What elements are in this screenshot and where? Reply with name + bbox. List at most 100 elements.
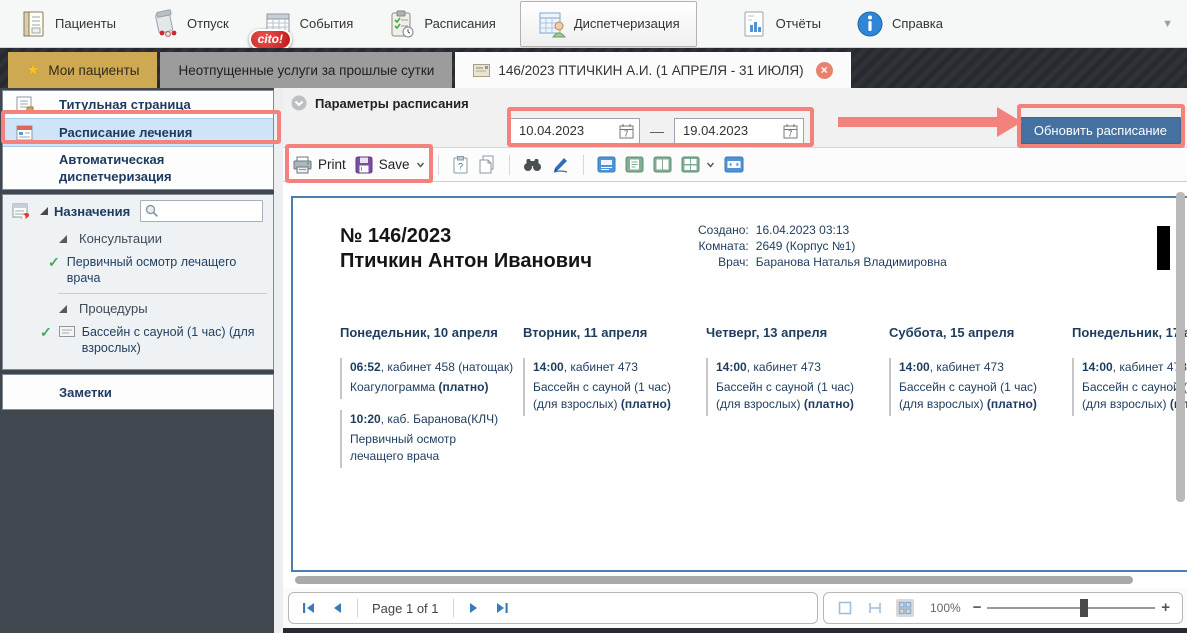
procedure-card-icon: [59, 326, 75, 337]
sidebar-item-label: Расписание лечения: [59, 125, 192, 140]
zoom-in-button[interactable]: +: [1161, 603, 1170, 613]
update-schedule-button[interactable]: Обновить расписание: [1020, 117, 1181, 144]
preview-toolbar: Print Save ?: [283, 148, 1187, 182]
reports-icon: [739, 9, 769, 39]
prescriptions-header[interactable]: Назначения: [3, 198, 273, 226]
toolbar-item-events[interactable]: События cito!: [253, 4, 364, 44]
vertical-scrollbar[interactable]: [1176, 192, 1185, 580]
sidebar-item-treatment-schedule[interactable]: Расписание лечения: [3, 118, 273, 147]
print-label: Print: [318, 157, 346, 172]
calendar-icon[interactable]: 7: [783, 123, 798, 139]
expander-icon[interactable]: [58, 304, 68, 314]
view-text-button[interactable]: [597, 156, 616, 173]
chevron-down-icon[interactable]: [416, 160, 425, 169]
zoom-slider: − +: [973, 603, 1170, 613]
page-width-icon: [724, 156, 744, 173]
sidebar-item-notes[interactable]: Заметки: [3, 375, 273, 409]
sidebar-item-auto-dispatch[interactable]: Автоматическая диспетчеризация: [3, 147, 273, 189]
sidebar-item-title-page[interactable]: Титульная страница: [3, 91, 273, 118]
last-page-icon[interactable]: [494, 600, 510, 616]
tab-my-patients[interactable]: ★ Мои пациенты: [8, 52, 157, 88]
zoom-slider-track[interactable]: [987, 607, 1155, 609]
tree-category-procedures[interactable]: Процедуры: [3, 296, 273, 321]
toolbar-item-label: Расписания: [424, 16, 495, 31]
tree-category-consultations[interactable]: Консультации: [3, 226, 273, 251]
previous-page-icon[interactable]: [331, 600, 343, 616]
tree-item-consultation[interactable]: ✓ Первичный осмотр лечащего врача: [3, 251, 273, 293]
toolbar-overflow-chevron[interactable]: ▼: [1162, 18, 1173, 30]
calendar-icon[interactable]: 7: [619, 123, 634, 139]
view-fit-width-button[interactable]: [866, 599, 884, 617]
app-window: Пациенты Отпуск cito! События cito! Расп…: [0, 0, 1187, 633]
tab-undelivered-services[interactable]: Неотпущенные услуги за прошлые сутки: [160, 52, 452, 88]
params-title: Параметры расписания: [315, 96, 469, 111]
tab-strip: ★ Мои пациенты Неотпущенные услуги за пр…: [0, 48, 1187, 88]
view-grid-button[interactable]: [681, 156, 715, 173]
zoom-out-button[interactable]: −: [973, 603, 982, 613]
annotate-button[interactable]: [551, 156, 570, 173]
save-button[interactable]: Save: [355, 156, 425, 174]
day-title: Четверг, 13 апреля: [706, 325, 877, 340]
toolbar-item-dispatch[interactable]: Диспетчеризация: [520, 1, 697, 47]
star-icon: ★: [26, 60, 40, 80]
scrollbar-thumb[interactable]: [295, 576, 1133, 584]
toolbar-item-dispense[interactable]: Отпуск cito!: [140, 4, 239, 44]
meta-row: Врач: Баранова Наталья Владимировна: [698, 254, 947, 270]
entry-time-location: 14:00, кабинет 473: [1082, 359, 1187, 376]
svg-text:7: 7: [788, 129, 793, 138]
toolbar-item-help[interactable]: Справка: [845, 4, 953, 44]
sidebar-notes-panel: Заметки: [2, 374, 274, 410]
meta-label: Врач:: [698, 254, 756, 270]
page-indicator: Page 1 of 1: [372, 601, 439, 616]
expander-icon[interactable]: [39, 206, 49, 216]
horizontal-scrollbar[interactable]: [295, 576, 1133, 584]
tab-patient-case[interactable]: 146/2023 ПТИЧКИН А.И. (1 АПРЕЛЯ - 31 ИЮЛ…: [455, 52, 850, 88]
zoom-controls: 100% − +: [823, 592, 1183, 624]
search-icon: [145, 204, 159, 218]
cito-badge: cito!: [249, 29, 292, 50]
collapse-circle-icon[interactable]: [291, 95, 307, 111]
schedule-day-column: Понедельник, 10 апреля06:52, кабинет 458…: [340, 325, 511, 479]
print-icon: [293, 156, 312, 174]
toolbar-item-patients[interactable]: Пациенты: [8, 4, 126, 44]
view-two-pages-button[interactable]: [653, 156, 672, 173]
meta-value: 2649 (Корпус №1): [756, 238, 947, 254]
view-multi-page-button[interactable]: [896, 599, 914, 617]
first-page-icon[interactable]: [301, 600, 317, 616]
tree-item-procedure[interactable]: ✓ Бассейн с сауной (1 час) (для взрослых…: [3, 321, 273, 363]
entry-time-location: 10:20, каб. Баранова(КЛЧ): [350, 411, 511, 428]
expander-icon[interactable]: [58, 234, 68, 244]
scrollbar-thumb[interactable]: [1176, 192, 1185, 502]
barcode: [1157, 226, 1170, 270]
search-document-button[interactable]: [523, 157, 542, 172]
pen-icon: [551, 156, 570, 173]
entry-time-location: 06:52, кабинет 458 (натощак): [350, 359, 511, 376]
copy-pages-icon: [478, 155, 496, 174]
day-title: Понедельник, 17 апреля: [1072, 325, 1187, 340]
date-range-group: 7 — 7: [510, 118, 804, 144]
next-page-icon[interactable]: [468, 600, 480, 616]
schedule-day-column: Суббота, 15 апреля14:00, кабинет 473Басс…: [889, 325, 1060, 479]
chevron-down-icon[interactable]: [706, 160, 715, 169]
params-row: 7 — 7 Обновить расписание: [283, 111, 1187, 144]
copy-page-button[interactable]: [478, 155, 496, 174]
tab-close-icon[interactable]: ×: [816, 62, 833, 79]
tree-item-label: Бассейн с сауной (1 час) (для взрослых): [82, 324, 263, 356]
toolbar-item-reports[interactable]: Отчёты: [729, 4, 831, 44]
params-header: Параметры расписания: [283, 88, 1187, 111]
zoom-slider-handle[interactable]: [1080, 599, 1088, 617]
zoom-level: 100%: [930, 601, 961, 615]
date-range-dash: —: [650, 123, 664, 139]
print-button[interactable]: Print: [293, 156, 346, 174]
view-single-page-button[interactable]: [625, 156, 644, 173]
sidebar-item-label: Титульная страница: [59, 97, 191, 112]
entry-service: Бассейн с сауной (1 час) (для взрослых) …: [716, 379, 877, 413]
view-whole-page-button[interactable]: [836, 599, 854, 617]
toolbar-item-schedules[interactable]: Расписания: [377, 4, 505, 44]
schedule-entry: 14:00, кабинет 473Бассейн с сауной (1 ча…: [706, 358, 877, 416]
toolbar-item-label: Диспетчеризация: [574, 16, 680, 31]
toolbar-item-label: События: [300, 16, 354, 31]
view-page-width-button[interactable]: [724, 156, 744, 173]
schedule-entry: 14:00, кабинет 473Бассейн с сауной (1 ча…: [1072, 358, 1187, 416]
parameters-button[interactable]: ?: [452, 155, 469, 174]
